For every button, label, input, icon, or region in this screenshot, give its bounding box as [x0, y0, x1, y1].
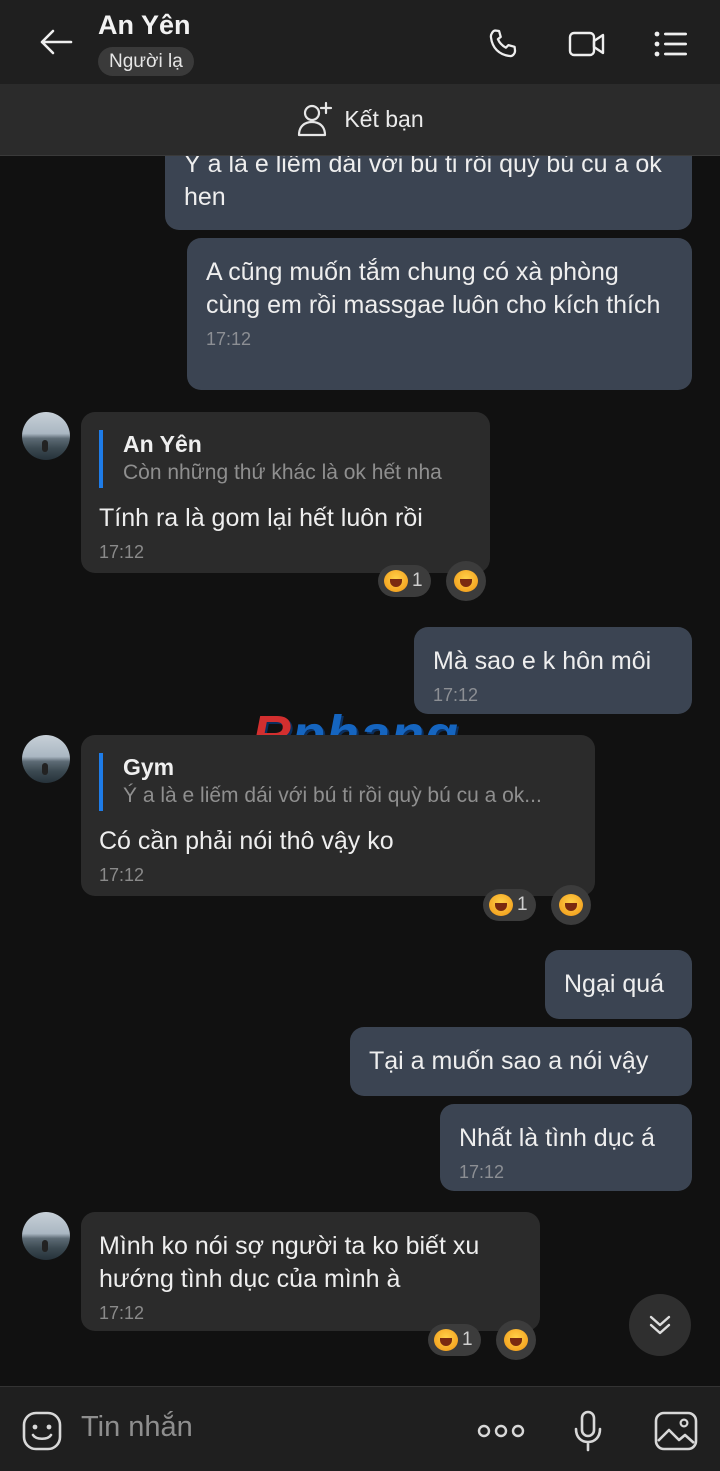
message-text: A cũng muốn tắm chung có xà phòng cùng e… — [206, 258, 661, 319]
video-call-button[interactable] — [567, 24, 607, 64]
add-friend-label[interactable]: Kết bạn — [344, 106, 423, 133]
message-time: 17:12 — [433, 685, 479, 705]
contact-name[interactable]: An Yên — [98, 10, 191, 41]
message-text: Mà sao e k hôn môi — [433, 647, 652, 675]
laughing-emoji-icon — [504, 1329, 528, 1351]
quoted-message[interactable]: An Yên Còn những thứ khác là ok hết nha — [99, 430, 472, 488]
microphone-icon — [574, 1410, 602, 1452]
laughing-emoji-icon — [559, 894, 583, 916]
quoted-message[interactable]: Gym Ý a là e liếm dái với bú ti rồi quỳ … — [99, 753, 577, 811]
quote-author: Gym — [123, 754, 175, 780]
message-time: 17:12 — [99, 865, 145, 885]
chevron-double-down-icon — [649, 1315, 671, 1335]
voice-record-button[interactable] — [566, 1409, 610, 1453]
reaction-summary[interactable]: 1 — [483, 889, 536, 921]
message-bubble-outgoing[interactable]: Tại a muốn sao a nói vậy — [350, 1027, 692, 1096]
message-bubble-incoming[interactable]: Mình ko nói sợ người ta ko biết xu hướng… — [81, 1212, 540, 1331]
reaction-count: 1 — [517, 894, 528, 915]
reaction-summary[interactable]: 1 — [378, 565, 431, 597]
message-list[interactable]: Ý a là e liếm dái với bú ti rồi quỳ bú c… — [0, 156, 720, 1386]
add-reaction-button[interactable] — [551, 885, 591, 925]
laughing-emoji-icon — [489, 894, 513, 916]
message-text: Tại a muốn sao a nói vậy — [369, 1047, 649, 1075]
message-bubble-outgoing[interactable]: Ý a là e liếm dái với bú ti rồi quỳ bú c… — [165, 156, 692, 230]
message-time: 17:12 — [99, 542, 145, 562]
scroll-to-bottom-button[interactable] — [629, 1294, 691, 1356]
image-icon — [654, 1411, 698, 1451]
chat-header: An Yên Người lạ — [0, 0, 720, 84]
more-dots-icon — [477, 1424, 525, 1438]
message-time: 17:12 — [206, 329, 252, 349]
message-bubble-outgoing[interactable]: Nhất là tình dục á 17:12 — [440, 1104, 692, 1191]
reaction-count: 1 — [462, 1329, 473, 1350]
add-reaction-button[interactable] — [446, 561, 486, 601]
stranger-badge: Người lạ — [98, 47, 194, 76]
sticker-button[interactable] — [20, 1409, 64, 1453]
message-time: 17:12 — [99, 1303, 145, 1323]
message-bubble-outgoing[interactable]: A cũng muốn tắm chung có xà phòng cùng e… — [187, 238, 692, 390]
message-bubble-incoming[interactable]: An Yên Còn những thứ khác là ok hết nha … — [81, 412, 490, 573]
add-user-icon — [298, 101, 333, 136]
message-input-bar: Tin nhắn — [0, 1386, 720, 1471]
avatar[interactable] — [22, 412, 70, 460]
quote-author: An Yên — [123, 431, 202, 457]
message-bubble-outgoing[interactable]: Ngại quá — [545, 950, 692, 1019]
message-text: Ngại quá — [564, 970, 665, 998]
laughing-emoji-icon — [434, 1329, 458, 1351]
reaction-summary[interactable]: 1 — [428, 1324, 481, 1356]
message-bubble-outgoing[interactable]: Mà sao e k hôn môi 17:12 — [414, 627, 692, 714]
avatar[interactable] — [22, 1212, 70, 1260]
message-text: Tính ra là gom lại hết luôn rồi — [99, 504, 423, 532]
call-button[interactable] — [483, 24, 523, 64]
message-text: Có cần phải nói thô vậy ko — [99, 827, 394, 855]
menu-button[interactable] — [651, 24, 691, 64]
add-reaction-button[interactable] — [496, 1320, 536, 1360]
message-text: Mình ko nói sợ người ta ko biết xu hướng… — [99, 1232, 480, 1293]
message-text: Ý a là e liếm dái với bú ti rồi quỳ bú c… — [184, 156, 662, 211]
avatar[interactable] — [22, 735, 70, 783]
more-button[interactable] — [476, 1409, 526, 1453]
video-camera-icon — [568, 31, 605, 57]
reaction-count: 1 — [412, 570, 423, 591]
arrow-left-icon — [40, 29, 73, 55]
laughing-emoji-icon — [454, 570, 478, 592]
quote-text: Ý a là e liếm dái với bú ti rồi quỳ bú c… — [123, 784, 542, 807]
add-friend-bar[interactable]: Kết bạn — [0, 84, 720, 156]
quote-text: Còn những thứ khác là ok hết nha — [123, 461, 442, 484]
message-input[interactable]: Tin nhắn — [81, 1411, 193, 1444]
list-menu-icon — [654, 31, 687, 57]
sticker-icon — [22, 1411, 62, 1451]
back-button[interactable] — [36, 24, 76, 60]
phone-icon — [489, 29, 517, 58]
message-text: Nhất là tình dục á — [459, 1124, 655, 1152]
message-bubble-incoming[interactable]: Gym Ý a là e liếm dái với bú ti rồi quỳ … — [81, 735, 595, 896]
message-time: 17:12 — [459, 1162, 505, 1182]
laughing-emoji-icon — [384, 570, 408, 592]
image-picker-button[interactable] — [654, 1409, 698, 1453]
